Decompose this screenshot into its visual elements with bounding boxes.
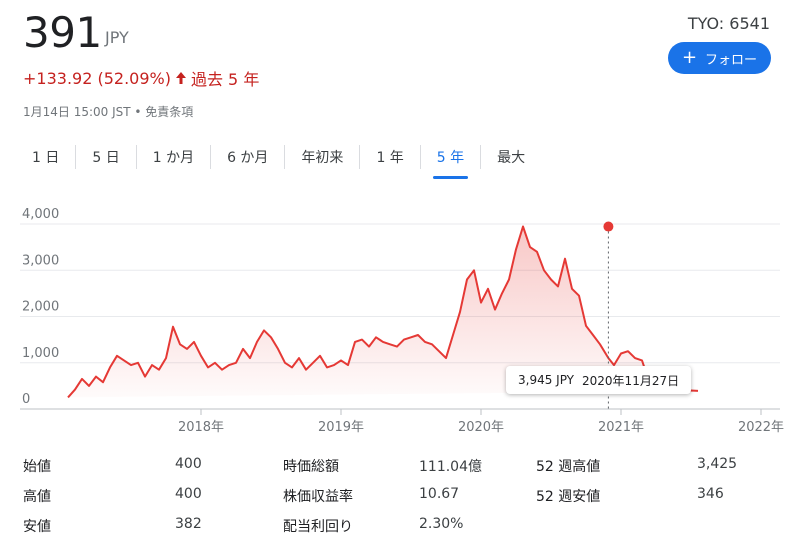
chart-label-layer: 0 1,000 2,000 3,000 4,000 2018年 2019年 2020年 2021…	[22, 207, 784, 435]
chart-tooltip: 3,945 JPY 2020年11月27日	[506, 366, 692, 394]
stat-high-label: 高値	[23, 489, 51, 505]
change-period: 過去 5 年	[190, 70, 260, 89]
tooltip-date: 2020年11月27日	[582, 373, 680, 388]
stat-pe-label: 株価収益率	[283, 489, 353, 505]
stat-52w-high-label: 52 週高値	[536, 459, 601, 475]
x-tick-label: 2019年	[318, 420, 364, 435]
time-range-tabs: 1 日 5 日 1 か月 6 か月 年初来 1 年 5 年 最大	[16, 140, 541, 179]
tooltip-value: 3,945 JPY	[518, 373, 575, 387]
stat-open-value: 400	[175, 456, 202, 472]
price-change: +133.92 (52.09%) 過去 5 年	[23, 66, 259, 90]
y-tick-label: 3,000	[22, 253, 59, 268]
y-tick-label: 4,000	[22, 207, 59, 222]
stat-pe-value: 10.67	[419, 486, 460, 502]
stat-low-value: 382	[175, 516, 202, 532]
current-price: 391	[23, 8, 102, 57]
tab-1m[interactable]: 1 か月	[137, 141, 210, 173]
tab-ytd[interactable]: 年初来	[285, 141, 359, 173]
x-tick-label: 2022年	[738, 420, 784, 435]
y-tick-label: 2,000	[22, 300, 59, 315]
stat-52w-low-label: 52 週安値	[536, 489, 601, 505]
stat-high-value: 400	[175, 486, 202, 502]
stat-dividend-label: 配当利回り	[283, 519, 353, 535]
stat-dividend-value: 2.30%	[419, 516, 464, 532]
follow-label: フォロー	[705, 52, 758, 68]
stats-row: 始値 400 時価総額 111.04億 52 週高値 3,425	[23, 456, 783, 480]
y-tick-label: 0	[22, 392, 30, 407]
stat-open-label: 始値	[23, 459, 51, 475]
x-tick-label: 2020年	[458, 420, 504, 435]
change-value: +133.92 (52.09%)	[23, 68, 171, 88]
quote-timestamp: 1月14日 15:00 JST • 免責条項	[23, 105, 194, 119]
x-tick-label: 2018年	[178, 420, 224, 435]
tab-max[interactable]: 最大	[481, 141, 541, 173]
price-chart[interactable]: 0 1,000 2,000 3,000 4,000 2018年 2019年 2020年 2021…	[0, 190, 800, 445]
stat-52w-high-value: 3,425	[697, 456, 738, 472]
x-tick-label: 2021年	[598, 420, 644, 435]
tab-5y[interactable]: 5 年	[421, 141, 480, 179]
stat-market-cap-value: 111.04億	[419, 459, 482, 475]
highlight-point	[603, 221, 614, 232]
stats-row: 安値 382 配当利回り 2.30%	[23, 516, 783, 540]
y-tick-label: 1,000	[22, 346, 59, 361]
currency-label: JPY	[105, 28, 129, 47]
tab-5d[interactable]: 5 日	[76, 141, 135, 173]
tab-6m[interactable]: 6 か月	[211, 141, 284, 173]
plus-icon: +	[681, 47, 698, 68]
ticker-symbol: TYO: 6541	[687, 14, 770, 33]
stat-low-label: 安値	[23, 519, 51, 535]
stat-52w-low-value: 346	[697, 486, 724, 502]
follow-button[interactable]: + フォロー	[668, 42, 771, 74]
tab-1y[interactable]: 1 年	[360, 141, 419, 173]
stat-market-cap-label: 時価総額	[283, 459, 339, 475]
stats-row: 高値 400 株価収益率 10.67 52 週安値 346	[23, 486, 783, 510]
arrow-up-icon	[175, 71, 187, 85]
tab-1d[interactable]: 1 日	[16, 141, 75, 173]
